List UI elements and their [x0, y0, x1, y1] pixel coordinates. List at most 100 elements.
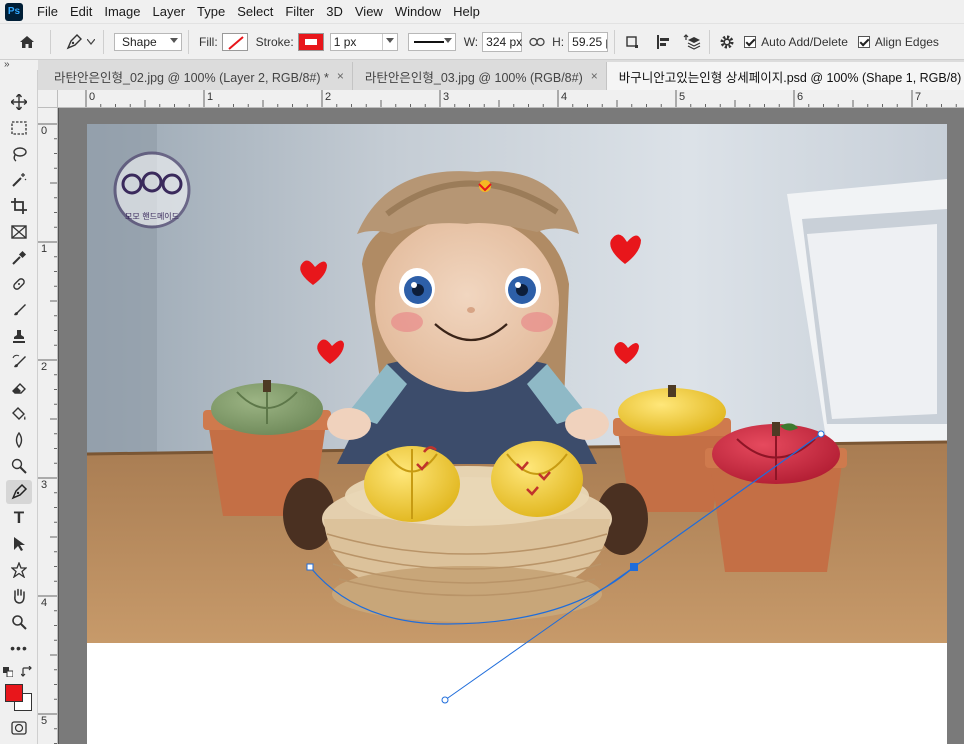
- path-selection-tool-icon[interactable]: [6, 532, 32, 556]
- healing-brush-tool-icon[interactable]: [6, 272, 32, 296]
- horizontal-ruler[interactable]: 0 1 2 3 4 5 6 7: [58, 90, 964, 108]
- menu-bar: Ps File Edit Image Layer Type Select Fil…: [0, 0, 964, 24]
- height-field[interactable]: 59.25 p: [568, 31, 609, 52]
- tab-doc-psd[interactable]: 바구니안고있는인형 상세페이지.psd @ 100% (Shape 1, RGB…: [606, 62, 964, 90]
- ruler-label: 0: [89, 91, 96, 103]
- menu-image[interactable]: Image: [98, 0, 146, 24]
- stroke-label: Stroke:: [255, 34, 294, 49]
- chevron-down-icon: [385, 37, 394, 43]
- stroke-type-select[interactable]: [407, 32, 456, 51]
- collapse-panel-icon[interactable]: »: [0, 60, 38, 70]
- lasso-tool-icon[interactable]: [6, 142, 32, 166]
- menu-3d[interactable]: 3D: [320, 0, 349, 24]
- ruler-label: 2: [41, 361, 48, 373]
- more-tools-icon[interactable]: •••: [6, 636, 32, 660]
- document-canvas[interactable]: 모모 핸드메이드: [87, 124, 947, 744]
- width-label: W:: [463, 34, 479, 49]
- ruler-label: 4: [41, 597, 48, 609]
- menu-window[interactable]: Window: [389, 0, 447, 24]
- menu-type[interactable]: Type: [191, 0, 231, 24]
- anchor-point-selected[interactable]: [630, 563, 638, 571]
- direction-handle[interactable]: [441, 696, 449, 704]
- menu-file[interactable]: File: [31, 0, 64, 24]
- pen-path-overlay[interactable]: [87, 124, 947, 744]
- divider: [103, 29, 104, 54]
- menu-edit[interactable]: Edit: [64, 0, 98, 24]
- ruler-label: 1: [207, 91, 214, 103]
- path-operations-icon[interactable]: [621, 31, 643, 53]
- width-field[interactable]: 324 px: [482, 31, 522, 52]
- menu-layer[interactable]: Layer: [147, 0, 192, 24]
- direction-handle[interactable]: [817, 430, 825, 438]
- paint-bucket-tool-icon[interactable]: [6, 402, 32, 426]
- fill-label: Fill:: [199, 34, 218, 49]
- solid-line-icon: [413, 40, 444, 43]
- home-icon[interactable]: [16, 31, 38, 53]
- stroke-swatch[interactable]: [297, 32, 324, 51]
- ruler-label: 5: [679, 91, 686, 103]
- tab-label: 라탄안은인형_03.jpg @ 100% (RGB/8#): [364, 70, 583, 85]
- chevron-down-icon[interactable]: [85, 31, 97, 53]
- link-icon[interactable]: [526, 31, 548, 53]
- eyedropper-tool-icon[interactable]: [6, 246, 32, 270]
- type-tool-icon[interactable]: T: [6, 506, 32, 530]
- move-tool-icon[interactable]: [6, 90, 32, 114]
- tab-label: 라탄안은인형_02.jpg @ 100% (Layer 2, RGB/8#) *: [54, 70, 329, 85]
- align-edges-label: Align Edges: [874, 34, 939, 49]
- tab-doc-02[interactable]: 라탄안은인형_02.jpg @ 100% (Layer 2, RGB/8#) *…: [42, 62, 353, 90]
- pen-tool-icon[interactable]: [6, 480, 32, 504]
- close-icon[interactable]: ×: [337, 69, 344, 83]
- menu-filter[interactable]: Filter: [279, 0, 320, 24]
- close-icon[interactable]: ×: [591, 69, 598, 83]
- photoshop-window: Ps File Edit Image Layer Type Select Fil…: [0, 0, 964, 744]
- eraser-tool-icon[interactable]: [6, 376, 32, 400]
- magic-wand-tool-icon[interactable]: [6, 168, 32, 192]
- history-brush-tool-icon[interactable]: [6, 350, 32, 374]
- hand-tool-icon[interactable]: [6, 584, 32, 608]
- crop-tool-icon[interactable]: [6, 194, 32, 218]
- divider: [614, 29, 616, 54]
- anchor-point[interactable]: [306, 563, 314, 571]
- canvas-area[interactable]: 모모 핸드메이드: [59, 108, 964, 744]
- auto-add-delete-label: Auto Add/Delete: [761, 34, 848, 49]
- tool-mode-select[interactable]: Shape: [114, 32, 182, 51]
- dodge-tool-icon[interactable]: [6, 454, 32, 478]
- vertical-ruler[interactable]: 0 1 2 3 4 5: [38, 108, 58, 744]
- document-tabs: 라탄안은인형_02.jpg @ 100% (Layer 2, RGB/8#) *…: [38, 60, 964, 90]
- stroke-width-field[interactable]: 1 px: [329, 32, 398, 51]
- clone-stamp-tool-icon[interactable]: [6, 324, 32, 348]
- swap-colors-icon[interactable]: [20, 660, 34, 684]
- gear-icon[interactable]: [716, 31, 738, 53]
- quick-mask-icon[interactable]: [6, 716, 32, 740]
- menu-select[interactable]: Select: [231, 0, 279, 24]
- fill-swatch[interactable]: [221, 32, 248, 51]
- ruler-ticks: [38, 123, 57, 744]
- foreground-color-swatch[interactable]: [5, 684, 23, 702]
- tab-doc-03[interactable]: 라탄안은인형_03.jpg @ 100% (RGB/8#) ×: [352, 62, 607, 90]
- options-bar: Shape Fill: Stroke: 1 px W: 324 px H: 59…: [0, 24, 964, 60]
- ruler-label: 3: [41, 479, 48, 491]
- menu-view[interactable]: View: [349, 0, 389, 24]
- blur-tool-icon[interactable]: [6, 428, 32, 452]
- tab-label: 바구니안고있는인형 상세페이지.psd @ 100% (Shape 1, RGB…: [618, 70, 964, 85]
- ruler-label: 1: [41, 243, 48, 255]
- path-alignment-icon[interactable]: [653, 31, 675, 53]
- pen-tool-preset-icon[interactable]: [63, 31, 85, 53]
- zoom-tool-icon[interactable]: [6, 610, 32, 634]
- path-arrangement-icon[interactable]: [681, 31, 703, 53]
- custom-shape-tool-icon[interactable]: [6, 558, 32, 582]
- align-edges-checkbox[interactable]: [857, 35, 870, 48]
- default-colors-icon[interactable]: [2, 660, 14, 684]
- menu-help[interactable]: Help: [447, 0, 486, 24]
- ruler-label: 5: [41, 715, 48, 727]
- direction-handle-line[interactable]: [444, 566, 635, 701]
- marquee-tool-icon[interactable]: [6, 116, 32, 140]
- ruler-origin[interactable]: [38, 90, 58, 108]
- bezier-path[interactable]: [309, 433, 822, 625]
- auto-add-delete-checkbox[interactable]: [744, 35, 757, 48]
- brush-tool-icon[interactable]: [6, 298, 32, 322]
- frame-tool-icon[interactable]: [6, 220, 32, 244]
- divider: [188, 29, 189, 54]
- ruler-label: 6: [797, 91, 804, 103]
- chevron-down-icon: [443, 37, 452, 43]
